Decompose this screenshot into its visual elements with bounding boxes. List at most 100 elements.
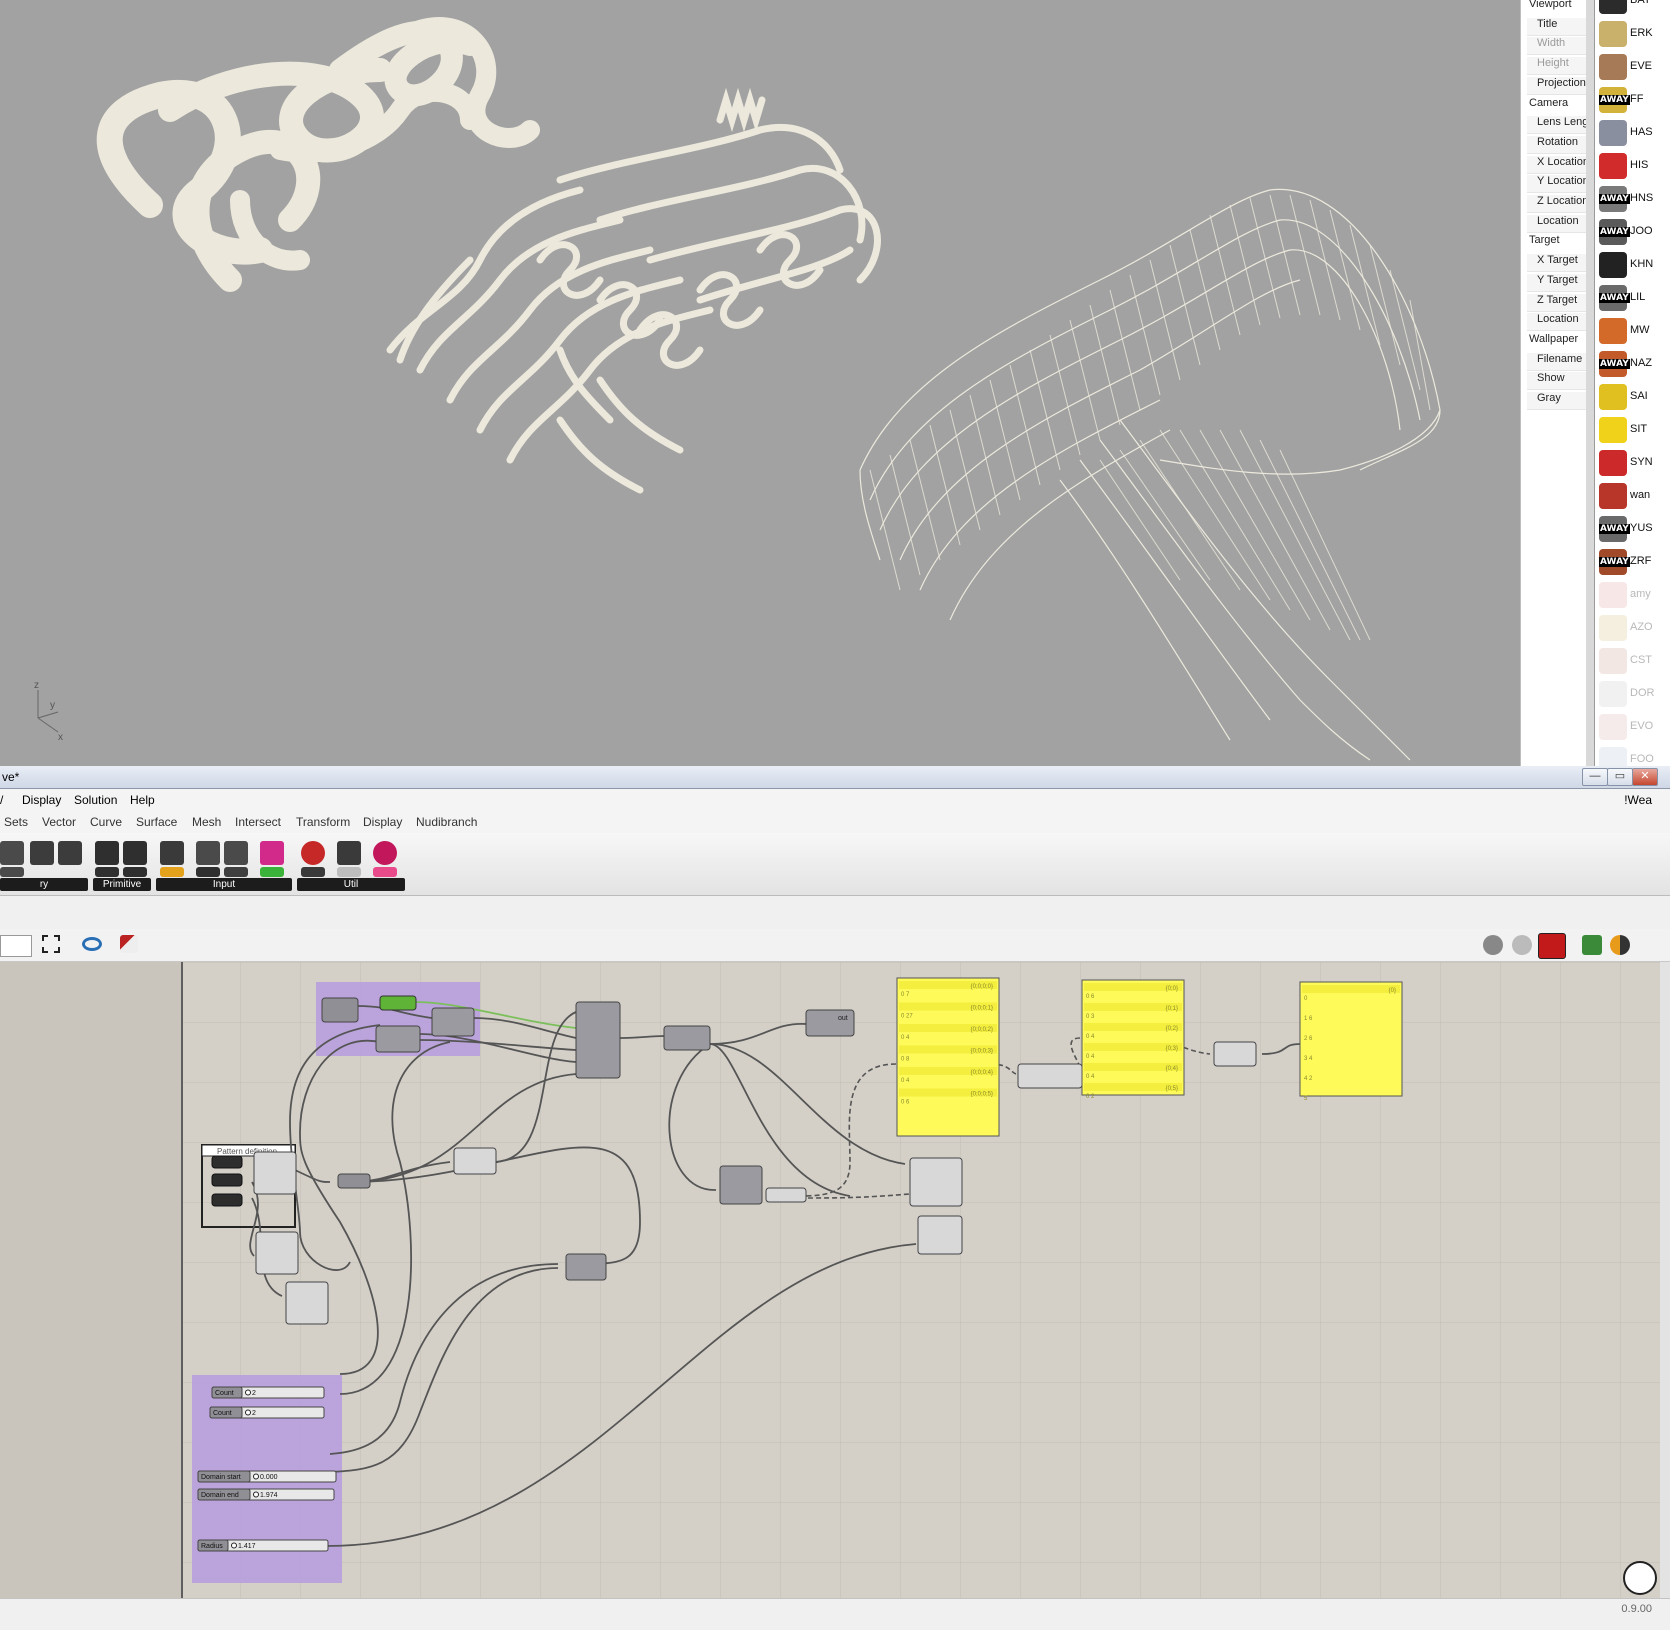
buddy-item[interactable]: EVE	[1599, 52, 1670, 82]
panel-splitter[interactable]	[1586, 0, 1595, 766]
slider-grip[interactable]	[245, 1409, 251, 1416]
integer-param-icon[interactable]	[123, 841, 147, 865]
node-pattern-a[interactable]	[253, 1151, 297, 1195]
property-row[interactable]: X Target	[1527, 254, 1586, 273]
buddy-item[interactable]: ZRF	[1599, 547, 1670, 577]
property-row[interactable]: Show	[1527, 372, 1586, 391]
buddy-item[interactable]: YUS	[1599, 514, 1670, 544]
buddy-item[interactable]: BAT	[1599, 0, 1670, 16]
buddy-item[interactable]: wan	[1599, 481, 1670, 511]
node-divide-curve[interactable]	[909, 1157, 963, 1207]
buddy-item[interactable]: SIT	[1599, 415, 1670, 445]
buddy-item[interactable]: MW	[1599, 316, 1670, 346]
buddy-item[interactable]: CST	[1599, 646, 1670, 676]
slider-grip[interactable]	[253, 1491, 259, 1498]
node-isotrim[interactable]	[431, 1007, 475, 1037]
buddy-item[interactable]: AZO	[1599, 613, 1670, 643]
node-toggle-1[interactable]	[211, 1155, 243, 1169]
buddy-item[interactable]: SAI	[1599, 382, 1670, 412]
zoom-extents-icon[interactable]	[42, 935, 60, 953]
node-output-cluster[interactable]	[805, 1009, 855, 1037]
node-toggle-3[interactable]	[211, 1193, 243, 1207]
preview-selected-icon[interactable]	[1582, 935, 1602, 955]
node-list-item[interactable]	[765, 1187, 807, 1203]
slider-grip[interactable]	[253, 1473, 259, 1480]
tab-surface[interactable]: Surface	[136, 815, 177, 829]
buddy-item[interactable]: FOO	[1599, 745, 1670, 766]
buddy-item[interactable]: JOO	[1599, 217, 1670, 247]
node-bounds[interactable]	[565, 1253, 607, 1281]
node-number-param[interactable]	[337, 1173, 371, 1189]
property-row[interactable]: Z Location	[1527, 195, 1586, 213]
buddy-item[interactable]: amy	[1599, 580, 1670, 610]
document-preview-icon[interactable]	[1610, 935, 1630, 955]
node-divide-domain[interactable]	[375, 1025, 421, 1053]
geometry-param-icon[interactable]	[58, 841, 82, 865]
node-pattern-b[interactable]	[255, 1231, 299, 1275]
flask-icon[interactable]	[373, 867, 397, 877]
panel-tree-3[interactable]	[1299, 981, 1403, 1097]
node-box[interactable]	[453, 1147, 497, 1175]
buddy-item[interactable]: ERK	[1599, 19, 1670, 49]
tab-intersect[interactable]: Intersect	[235, 815, 281, 829]
cherry-icon[interactable]	[301, 841, 325, 865]
node-weave[interactable]	[719, 1165, 763, 1205]
preview-off-icon[interactable]	[1483, 935, 1503, 955]
property-row[interactable]: Filename	[1527, 352, 1586, 371]
number-param-icon[interactable]	[95, 867, 119, 877]
node-curve-pipe[interactable]	[663, 1025, 711, 1051]
buddy-item[interactable]: EVO	[1599, 712, 1670, 742]
node-pipe[interactable]	[917, 1215, 963, 1255]
maximize-button[interactable]: ▭	[1607, 768, 1633, 786]
input-toggle-icon[interactable]	[196, 841, 220, 865]
property-row[interactable]: Y Target	[1527, 273, 1586, 292]
tab-vector[interactable]: Vector	[42, 815, 76, 829]
property-row[interactable]: Width	[1527, 37, 1586, 56]
arrow-outline-icon[interactable]	[337, 867, 361, 877]
property-row[interactable]: Z Target	[1527, 293, 1586, 312]
input-button-icon[interactable]	[196, 867, 220, 877]
menu-solution[interactable]: Solution	[74, 793, 117, 807]
input-matrix-icon[interactable]	[260, 867, 284, 877]
buddy-item[interactable]: HIS	[1599, 151, 1670, 181]
sketch-icon[interactable]	[120, 935, 138, 953]
property-row[interactable]: Projection	[1527, 76, 1586, 95]
slider-grip[interactable]	[231, 1542, 237, 1549]
buddy-item[interactable]: LIL	[1599, 283, 1670, 313]
geometry-param-icon[interactable]	[0, 867, 24, 877]
minimize-button[interactable]: —	[1582, 768, 1608, 786]
node-flip-matrix[interactable]	[1017, 1063, 1083, 1089]
property-row[interactable]: Location	[1527, 313, 1586, 332]
rhino-viewport[interactable]: z y x	[0, 0, 1520, 766]
buddy-item[interactable]: KHN	[1599, 250, 1670, 280]
node-geometry-param[interactable]	[379, 995, 417, 1011]
geometry-param-icon[interactable]	[0, 841, 24, 865]
node-pattern-c[interactable]	[285, 1281, 329, 1325]
property-row[interactable]: Rotation	[1527, 135, 1586, 154]
preview-shaded-icon[interactable]	[1538, 933, 1566, 959]
node-toggle-2[interactable]	[211, 1173, 243, 1187]
buddy-item[interactable]: NAZ	[1599, 349, 1670, 379]
node-flatten[interactable]	[1213, 1041, 1257, 1067]
panel-tree-1[interactable]	[896, 977, 1000, 1137]
tab-nudibranch[interactable]: Nudibranch	[416, 815, 477, 829]
buddy-item[interactable]: HNS	[1599, 184, 1670, 214]
text-param-icon[interactable]	[123, 867, 147, 877]
input-gradient-icon[interactable]	[260, 841, 284, 865]
profiler-icon[interactable]	[1623, 1561, 1657, 1595]
canvas-scrollbar[interactable]	[1660, 962, 1670, 1598]
node-surface-param[interactable]	[321, 997, 359, 1023]
eye-icon[interactable]	[82, 937, 102, 951]
buddy-item[interactable]: SYN	[1599, 448, 1670, 478]
property-row[interactable]: Gray	[1527, 392, 1586, 410]
property-row[interactable]: X Location	[1527, 155, 1586, 174]
input-download-icon[interactable]	[160, 841, 184, 865]
grasshopper-canvas[interactable]: Pattern definition out {0;0;0;0} {0;0;0;…	[0, 962, 1660, 1598]
preview-wireframe-icon[interactable]	[1512, 935, 1532, 955]
input-graph-icon[interactable]	[160, 867, 184, 877]
node-weave-main[interactable]	[575, 1001, 621, 1079]
window-titlebar[interactable]: ve* — ▭ ✕	[0, 766, 1670, 789]
data-dam-icon[interactable]	[373, 841, 397, 865]
boolean-param-icon[interactable]	[95, 841, 119, 865]
property-row[interactable]: Lens Length	[1527, 116, 1586, 135]
